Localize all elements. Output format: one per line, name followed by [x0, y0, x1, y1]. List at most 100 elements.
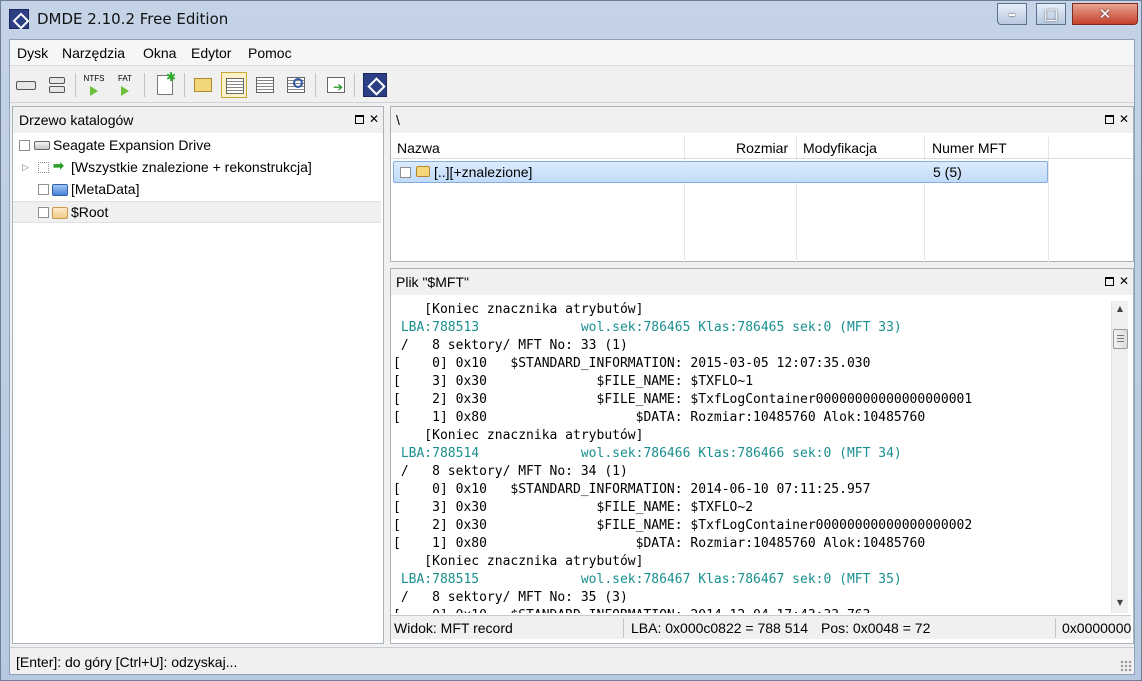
scroll-thumb[interactable] — [1113, 329, 1128, 349]
mft-record-line: / 8 sektory/ MFT No: 34 (1) — [393, 464, 628, 479]
mft-record-line: [ 0] 0x10 $STANDARD_INFORMATION: 2015-03… — [393, 356, 871, 371]
new-document-button[interactable]: ✱ — [152, 70, 178, 98]
mft-record-line: LBA:788513 wol.sek:786465 Klas:786465 se… — [393, 320, 902, 335]
tree-checkbox[interactable] — [38, 207, 49, 218]
mft-record-line: [ 1] 0x80 $DATA: Rozmiar:10485760 Alok:1… — [393, 536, 926, 551]
parent-folder-icon — [416, 166, 430, 177]
close-icon: ✕ — [1098, 5, 1112, 23]
vertical-scrollbar[interactable]: ▲ ▼ — [1111, 301, 1128, 613]
tree-checkbox[interactable] — [19, 140, 30, 151]
minimize-button[interactable]: – — [997, 3, 1027, 25]
directory-tree: Seagate Expansion Drive ▷ ➡ [Wszystkie z… — [13, 135, 383, 643]
mft-record-line: [Koniec znacznika atrybutów] — [393, 428, 644, 443]
current-path: \ — [396, 112, 400, 128]
list-view-button[interactable] — [221, 72, 247, 98]
resize-grip-icon[interactable] — [1120, 660, 1132, 672]
menu-pomoc[interactable]: Pomoc — [248, 45, 292, 61]
green-arrow-icon: ➡ — [53, 158, 64, 173]
mft-file-header: Plik "$MFT" ✕ — [391, 269, 1133, 295]
partitions-button[interactable] — [44, 72, 70, 98]
mft-record-line: [ 0] 0x10 $STANDARD_INFORMATION: 2014-06… — [393, 482, 871, 497]
mft-record-line: [Koniec znacznika atrybutów] — [393, 302, 644, 317]
mft-record-view[interactable]: [Koniec znacznika atrybutów] LBA:788513 … — [393, 301, 1111, 613]
panel-close-icon[interactable]: ✕ — [369, 112, 379, 126]
lba-readout: LBA: 0x000c0822 = 788 514 — [631, 620, 809, 636]
about-button[interactable] — [362, 72, 388, 98]
title-bar[interactable]: DMDE 2.10.2 Free Edition – □ ✕ — [1, 1, 1141, 37]
folder-tree-icon — [194, 78, 212, 92]
mft-record-line: / 8 sektory/ MFT No: 33 (1) — [393, 338, 628, 353]
toolbar-separator — [315, 73, 316, 97]
status-hint: [Enter]: do góry [Ctrl+U]: odzyskaj... — [16, 654, 238, 670]
tree-item-root[interactable]: $Root — [13, 201, 381, 223]
tree-item-metadata[interactable]: [MetaData] — [13, 179, 381, 201]
row-mft-number: 5 (5) — [933, 164, 962, 180]
fat-search-button[interactable]: FAT — [112, 72, 138, 98]
menu-dysk[interactable]: Dysk — [17, 45, 48, 61]
tree-item-label: Seagate Expansion Drive — [53, 137, 211, 153]
column-nazwa[interactable]: Nazwa — [397, 140, 440, 156]
scroll-up-icon[interactable]: ▲ — [1112, 304, 1128, 313]
tree-item-label: [Wszystkie znalezione + rekonstrukcja] — [71, 159, 312, 175]
panel-maximize-icon[interactable] — [1105, 277, 1114, 286]
mft-record-line: / 8 sektory/ MFT No: 35 (3) — [393, 590, 628, 605]
mft-record-line: LBA:788514 wol.sek:786466 Klas:786466 se… — [393, 446, 902, 461]
column-numer-mft[interactable]: Numer MFT — [932, 140, 1007, 156]
panel-close-icon[interactable]: ✕ — [1119, 112, 1129, 126]
details-view-button[interactable] — [252, 72, 278, 98]
toolbar: NTFS FAT ✱ — [10, 67, 1134, 103]
view-mode[interactable]: Widok: MFT record — [394, 620, 513, 636]
mft-record-line: [ 0] 0x10 $STANDARD_INFORMATION: 2014-12… — [393, 607, 1111, 613]
column-divider — [796, 137, 797, 263]
close-button[interactable]: ✕ — [1072, 3, 1138, 25]
tree-item-drive[interactable]: Seagate Expansion Drive — [13, 135, 381, 157]
panel-close-icon[interactable]: ✕ — [1119, 274, 1129, 288]
folder-icon — [52, 207, 68, 219]
file-list-row[interactable]: [..][+znalezione] 5 (5) — [393, 161, 1048, 183]
tree-checkbox[interactable] — [38, 162, 49, 173]
menu-okna[interactable]: Okna — [143, 45, 176, 61]
window-title: DMDE 2.10.2 Free Edition — [37, 10, 229, 28]
tree-item-all-found[interactable]: ▷ ➡ [Wszystkie znalezione + rekonstrukcj… — [13, 157, 381, 179]
column-rozmiar[interactable]: Rozmiar — [736, 140, 788, 156]
file-list-header: \ ✕ — [391, 107, 1133, 133]
mft-record-line: [ 3] 0x30 $FILE_NAME: $TXFLO~2 — [393, 500, 754, 515]
play-icon — [90, 86, 98, 96]
blue-folder-icon — [52, 184, 68, 196]
folder-tree-button[interactable] — [190, 72, 216, 98]
tree-item-label: $Root — [71, 204, 109, 220]
file-list-column-header: Nazwa Rozmiar Modyfikacja Numer MFT — [391, 137, 1133, 159]
panel-maximize-icon[interactable] — [355, 115, 364, 124]
recover-button[interactable] — [323, 72, 349, 98]
menu-bar: Dysk Narzędzia Okna Edytor Pomoc — [10, 40, 1134, 66]
ntfs-label: NTFS — [83, 74, 105, 83]
mft-record-line: [Koniec znacznika atrybutów] — [393, 554, 644, 569]
menu-narzedzia[interactable]: Narzędzia — [62, 45, 125, 61]
tree-checkbox[interactable] — [38, 184, 49, 195]
file-view-status: Widok: MFT record LBA: 0x000c0822 = 788 … — [391, 615, 1131, 639]
row-checkbox[interactable] — [400, 167, 411, 178]
row-name: [..][+znalezione] — [434, 164, 533, 180]
new-star-icon: ✱ — [166, 70, 177, 84]
ntfs-search-button[interactable]: NTFS — [81, 72, 107, 98]
magnifier-icon — [293, 78, 303, 88]
tree-item-label: [MetaData] — [71, 181, 140, 197]
scroll-down-icon[interactable]: ▼ — [1112, 598, 1128, 607]
toolbar-separator — [354, 73, 355, 97]
column-modyfikacja[interactable]: Modyfikacja — [803, 140, 877, 156]
menu-edytor[interactable]: Edytor — [191, 45, 231, 61]
panel-maximize-icon[interactable] — [1105, 115, 1114, 124]
drive-icon — [16, 81, 36, 90]
select-drive-button[interactable] — [13, 72, 39, 98]
expand-arrow-icon[interactable]: ▷ — [22, 162, 29, 173]
status-divider — [623, 618, 624, 638]
status-bar: [Enter]: do góry [Ctrl+U]: odzyskaj... — [10, 647, 1134, 674]
dmde-logo-icon — [363, 73, 387, 97]
maximize-button[interactable]: □ — [1036, 3, 1066, 25]
dmde-app-icon[interactable] — [9, 9, 29, 29]
mft-record-line: [ 1] 0x80 $DATA: Rozmiar:10485760 Alok:1… — [393, 410, 926, 425]
search-button[interactable] — [283, 72, 309, 98]
app-window: DMDE 2.10.2 Free Edition – □ ✕ Dysk Narz… — [0, 0, 1142, 681]
directory-tree-title: Drzewo katalogów — [19, 112, 134, 128]
toolbar-separator — [75, 73, 76, 97]
